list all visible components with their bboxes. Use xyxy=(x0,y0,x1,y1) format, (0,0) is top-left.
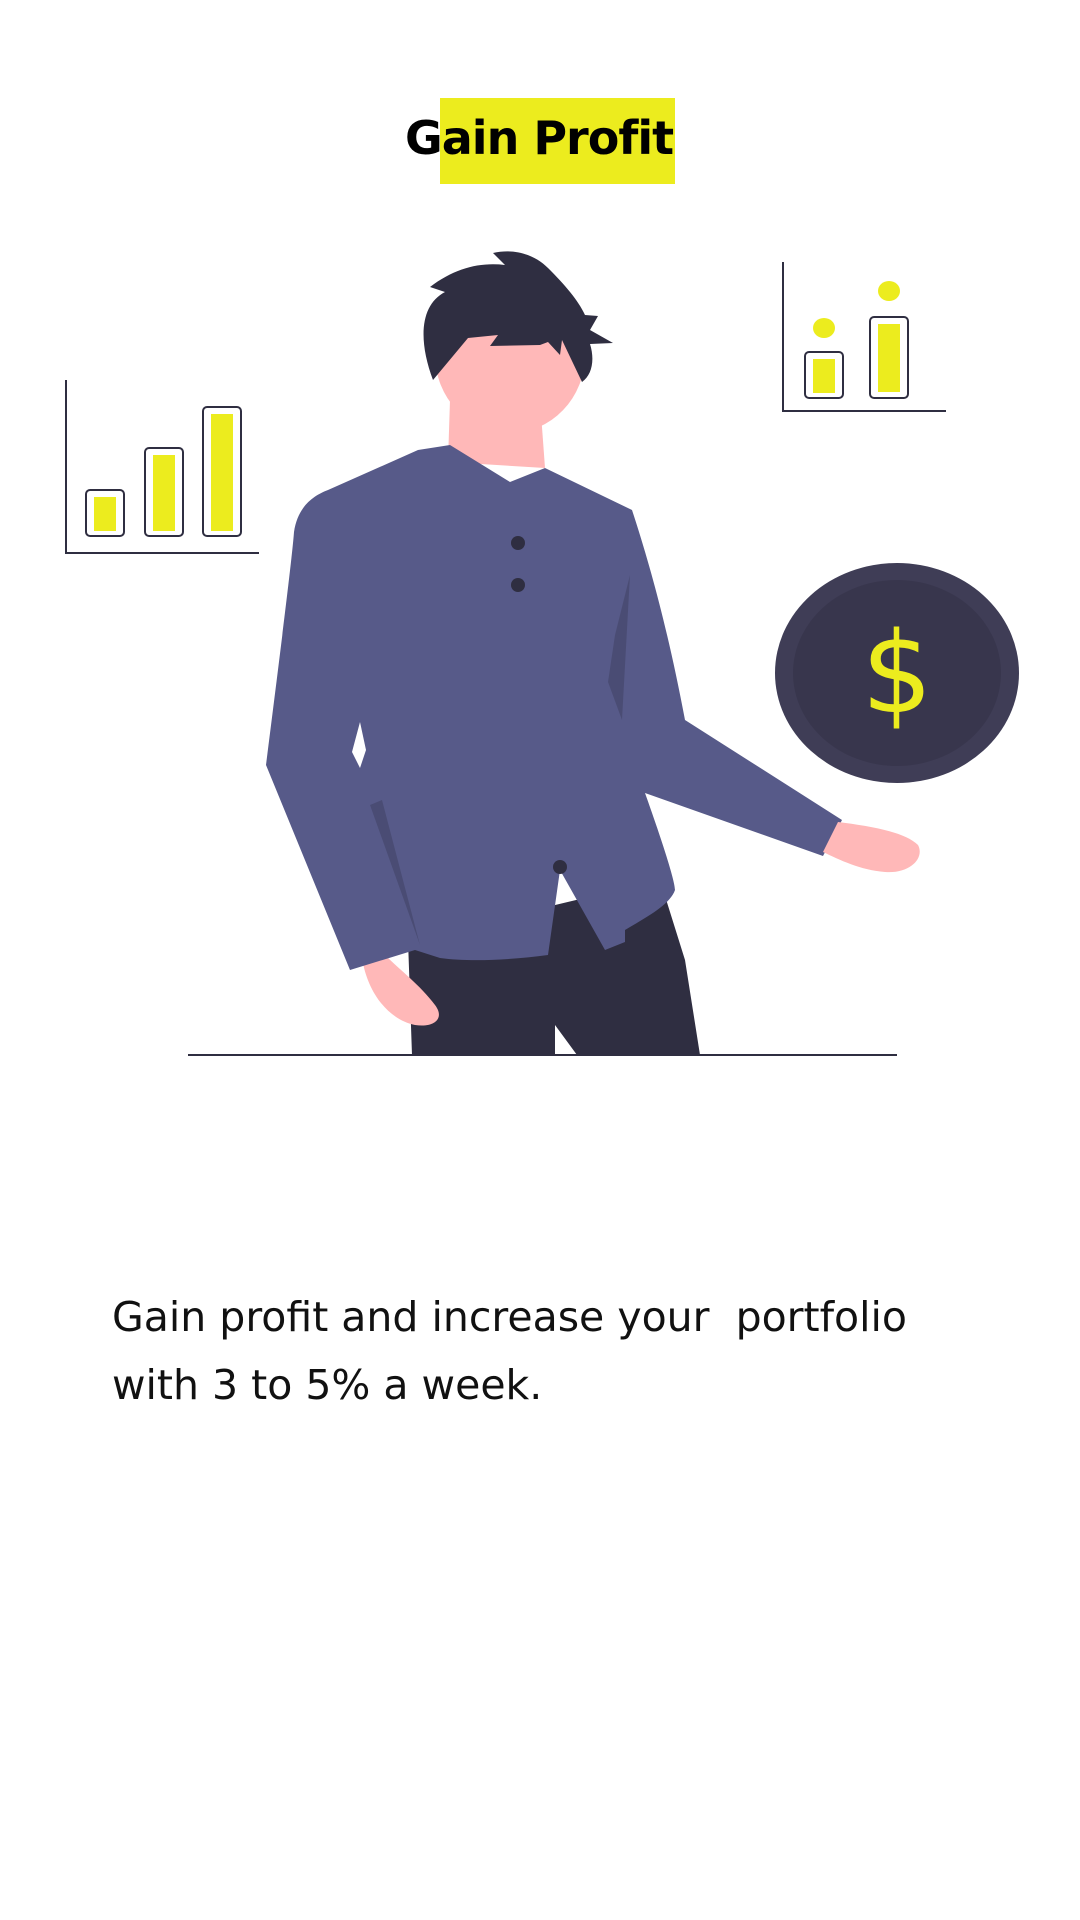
description-text: Gain profit and increase your portfolio … xyxy=(112,1293,907,1409)
dollar-coin-icon: $ xyxy=(775,563,1019,783)
profit-illustration: $ xyxy=(65,251,1019,1056)
header: Gain Profit xyxy=(0,0,1080,200)
bar-chart-icon-right xyxy=(782,262,946,412)
bar-chart-icon-left xyxy=(65,380,259,554)
page-title: Gain Profit xyxy=(405,111,674,165)
dollar-symbol: $ xyxy=(861,609,932,739)
